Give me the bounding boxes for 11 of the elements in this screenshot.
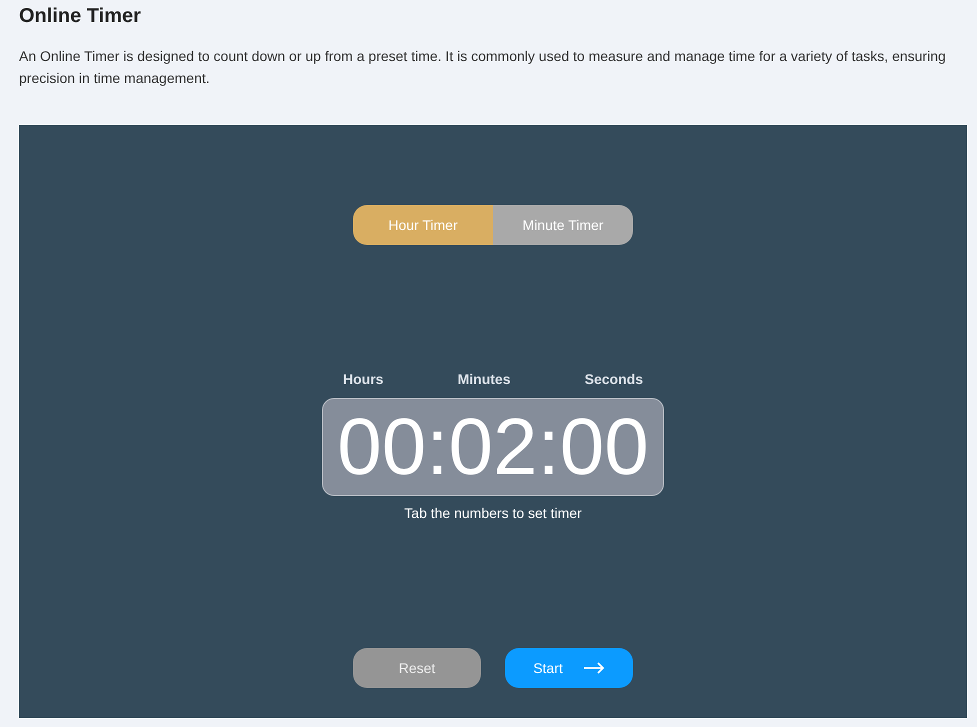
start-button[interactable]: Start: [505, 648, 633, 688]
timer-tab[interactable]: Minute Timer: [493, 205, 633, 245]
timer-tab[interactable]: Hour Timer: [353, 205, 493, 245]
unit-label: Minutes: [458, 370, 510, 389]
description: An Online Timer is designed to count down or up from a preset time. It is commonly used to measure and manage time for a variety of tasks, ensuring precision in time management.: [19, 47, 947, 88]
hint-text: Tab the numbers to set timer: [404, 504, 582, 523]
unit-label: Seconds: [584, 370, 643, 389]
page-title: Online Timer: [19, 4, 142, 28]
arrow-right-icon: [582, 662, 605, 674]
unit-label: Hours: [343, 370, 384, 389]
time-display[interactable]: 00:02:00: [322, 398, 664, 496]
